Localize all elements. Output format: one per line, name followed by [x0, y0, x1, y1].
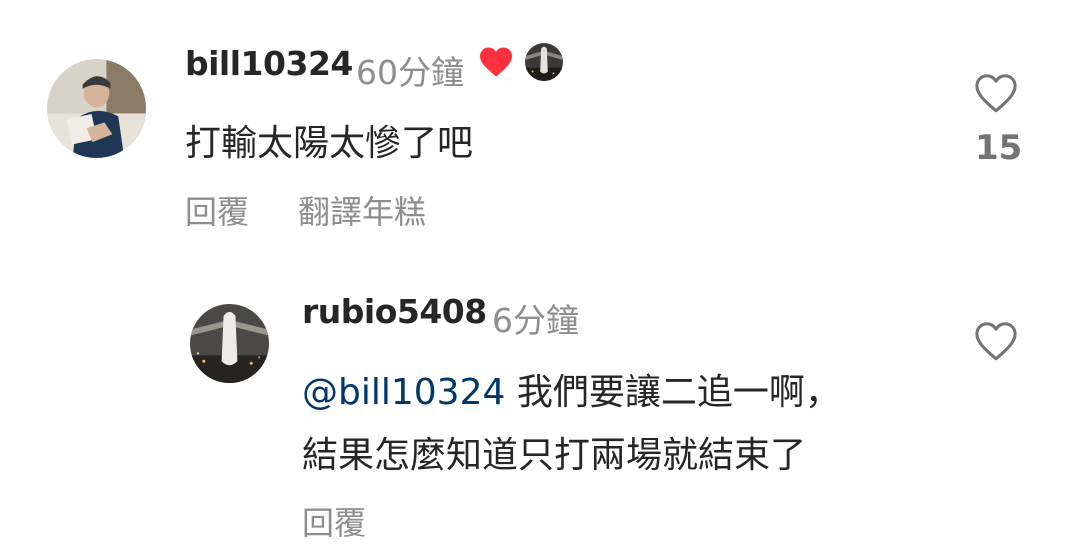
avatar-image	[47, 59, 146, 158]
comment-username[interactable]: bill10324	[185, 44, 353, 83]
creator-heart-icon	[478, 46, 514, 78]
like-heart-icon[interactable]	[973, 72, 1019, 114]
reply-text-line-1: @bill10324 我們要讓二追一啊，	[302, 363, 841, 415]
avatar[interactable]	[47, 59, 146, 158]
comment-timestamp: 60分鐘	[356, 53, 464, 92]
reply-button[interactable]: 回覆	[185, 187, 249, 233]
reply-text-line-2: 結果怎麼知道只打兩場就結束了	[302, 435, 807, 476]
reply-timestamp: 6分鐘	[492, 301, 579, 340]
avatar-image	[190, 304, 269, 383]
reply-username[interactable]: rubio5408	[302, 292, 487, 331]
creator-avatar	[525, 43, 563, 81]
like-count: 15	[975, 128, 1023, 168]
comment-item: bill10324 60分鐘 打輸太陽太慘了吧 回覆 翻譯年糕 15	[0, 0, 1080, 260]
reply-button[interactable]: 回覆	[302, 498, 366, 544]
comment-text: 打輸太陽太慘了吧	[185, 123, 474, 164]
translate-button[interactable]: 翻譯年糕	[298, 187, 426, 233]
reply-text-content: 我們要讓二追一啊，	[505, 372, 841, 413]
like-heart-icon[interactable]	[973, 320, 1019, 362]
avatar[interactable]	[190, 304, 269, 383]
user-mention-link[interactable]: @bill10324	[302, 372, 505, 413]
